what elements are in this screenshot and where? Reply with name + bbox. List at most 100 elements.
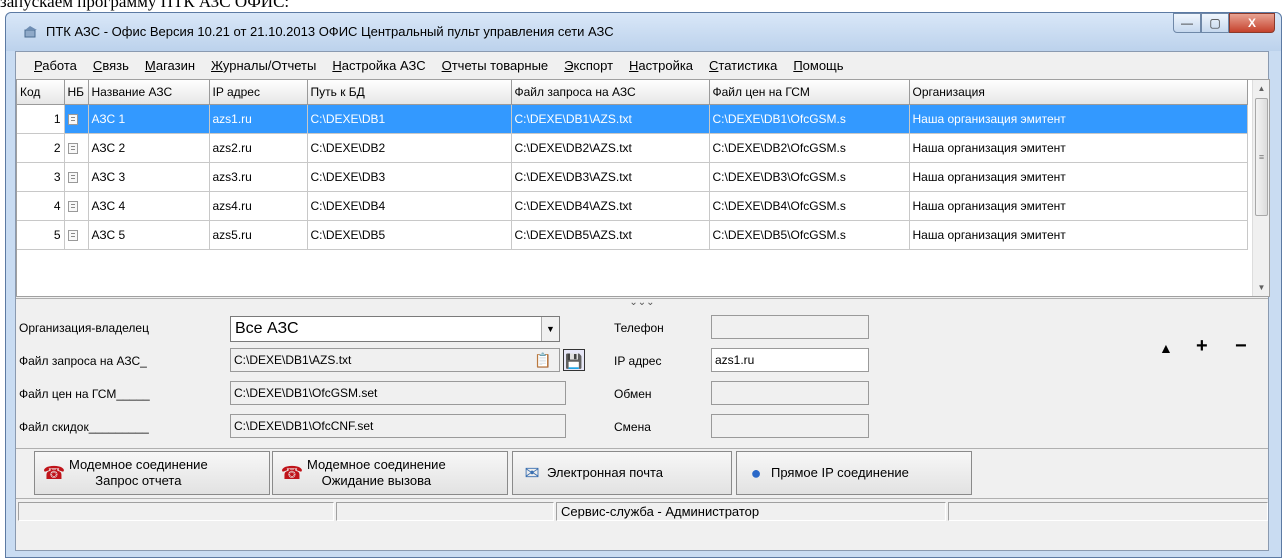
modem-wait-label: Модемное соединение Ожидание вызова (307, 457, 446, 488)
table-row[interactable]: 4 АЗС 4 azs4.ru C:\DEXE\DB4 C:\DEXE\DB4\… (17, 191, 1248, 221)
col-header-name[interactable]: Название АЗС (88, 80, 210, 105)
cell-ip: azs5.ru (209, 220, 308, 250)
menu-zhurnaly[interactable]: Журналы/Отчеты (211, 58, 316, 73)
status-service: Сервис-служба - Администратор (556, 502, 946, 521)
maximize-button[interactable]: ▢ (1201, 13, 1229, 33)
panel-splitter[interactable]: ⌄⌄⌄ (16, 298, 1268, 310)
move-up-button[interactable]: ▲ (1159, 338, 1173, 358)
col-header-nb[interactable]: НБ (64, 80, 89, 105)
owner-select[interactable]: Все АЗС ▼ (230, 316, 560, 342)
prices-file-field[interactable]: C:\DEXE\DB1\OfcGSM.set (230, 381, 566, 405)
cell-name: АЗС 1 (88, 104, 210, 134)
cell-ip: azs1.ru (209, 104, 308, 134)
table-row[interactable]: 1 АЗС 1 azs1.ru C:\DEXE\DB1 C:\DEXE\DB1\… (17, 104, 1248, 134)
nb-icon (67, 229, 78, 241)
ip-field[interactable]: azs1.ru (711, 348, 869, 372)
maximize-icon: ▢ (1209, 16, 1221, 30)
email-button[interactable]: ✉ Электронная почта (512, 451, 732, 495)
table-row[interactable]: 5 АЗС 5 azs5.ru C:\DEXE\DB5 C:\DEXE\DB5\… (17, 220, 1248, 250)
stations-table-grid: Код НБ Название АЗС IP адрес Путь к БД Ф… (17, 80, 1248, 250)
nb-icon (67, 113, 78, 125)
station-details-form: Организация-владелец Все АЗС ▼ Файл запр… (16, 310, 1268, 446)
col-header-prices-file[interactable]: Файл цен на ГСМ (709, 80, 910, 105)
scroll-down-icon[interactable]: ▼ (1253, 279, 1269, 296)
col-header-organization[interactable]: Организация (909, 80, 1248, 105)
cell-ip: azs4.ru (209, 191, 308, 221)
email-label: Электронная почта (547, 465, 664, 480)
cell-nb (64, 104, 89, 134)
cell-prices-file: C:\DEXE\DB3\OfcGSM.s (709, 162, 910, 192)
cell-nb (64, 220, 89, 250)
globe-icon: ● (750, 462, 762, 483)
close-button[interactable]: X (1229, 13, 1275, 33)
cell-organization: Наша организация эмитент (909, 162, 1248, 192)
cell-request-file: C:\DEXE\DB3\AZS.txt (511, 162, 710, 192)
cell-prices-file: C:\DEXE\DB5\OfcGSM.s (709, 220, 910, 250)
chevron-down-icon[interactable]: ▼ (541, 317, 559, 341)
cell-organization: Наша организация эмитент (909, 220, 1248, 250)
cell-code: 3 (17, 162, 65, 192)
stations-table[interactable]: Код НБ Название АЗС IP адрес Путь к БД Ф… (16, 79, 1270, 297)
window-title: ПТК АЗС - Офис Версия 10.21 от 21.10.201… (46, 24, 614, 39)
status-bar: Сервис-служба - Администратор (16, 498, 1268, 522)
save-icon[interactable]: 💾 (563, 349, 585, 371)
cell-code: 4 (17, 191, 65, 221)
table-row[interactable]: 3 АЗС 3 azs3.ru C:\DEXE\DB3 C:\DEXE\DB3\… (17, 162, 1248, 192)
scroll-thumb[interactable]: ≡ (1255, 98, 1268, 216)
minimize-button[interactable]: — (1173, 13, 1201, 33)
phone-icon: ☎ (42, 462, 66, 483)
cell-code: 2 (17, 133, 65, 163)
nb-icon (67, 200, 78, 212)
close-icon: X (1247, 16, 1256, 30)
shift-label: Смена (614, 420, 651, 434)
title-bar[interactable]: ПТК АЗС - Офис Версия 10.21 от 21.10.201… (6, 13, 1281, 51)
menu-statistika[interactable]: Статистика (709, 58, 777, 73)
cell-nb (64, 191, 89, 221)
app-window: ПТК АЗС - Офис Версия 10.21 от 21.10.201… (5, 12, 1282, 558)
scroll-up-icon[interactable]: ▲ (1253, 80, 1269, 97)
add-button[interactable]: + (1196, 336, 1208, 356)
cell-db-path: C:\DEXE\DB3 (307, 162, 512, 192)
cell-code: 5 (17, 220, 65, 250)
col-header-code[interactable]: Код (17, 80, 65, 105)
cell-request-file: C:\DEXE\DB4\AZS.txt (511, 191, 710, 221)
menu-eksport[interactable]: Экспорт (564, 58, 613, 73)
col-header-request-file[interactable]: Файл запроса на АЗС (511, 80, 710, 105)
cell-name: АЗС 4 (88, 191, 210, 221)
cell-db-path: C:\DEXE\DB2 (307, 133, 512, 163)
menu-nastroyka[interactable]: Настройка (629, 58, 693, 73)
col-header-db-path[interactable]: Путь к БД (307, 80, 512, 105)
ip-label: IP адрес (614, 354, 662, 368)
table-header-row: Код НБ Название АЗС IP адрес Путь к БД Ф… (17, 80, 1248, 105)
col-header-ip[interactable]: IP адрес (209, 80, 308, 105)
modem-request-button[interactable]: ☎ Модемное соединение Запрос отчета (34, 451, 270, 495)
cell-organization: Наша организация эмитент (909, 104, 1248, 134)
discount-file-field[interactable]: C:\DEXE\DB1\OfcCNF.set (230, 414, 566, 438)
cell-nb (64, 133, 89, 163)
cell-request-file: C:\DEXE\DB5\AZS.txt (511, 220, 710, 250)
shift-field[interactable] (711, 414, 869, 438)
menu-otchety-tovarnye[interactable]: Отчеты товарные (442, 58, 549, 73)
phone-label: Телефон (614, 321, 664, 335)
connection-buttons: ☎ Модемное соединение Запрос отчета ☎ Мод… (16, 448, 1268, 498)
menu-pomosch[interactable]: Помощь (793, 58, 843, 73)
discount-file-label: Файл скидок_________ (19, 420, 149, 434)
modem-wait-button[interactable]: ☎ Модемное соединение Ожидание вызова (272, 451, 508, 495)
table-row[interactable]: 2 АЗС 2 azs2.ru C:\DEXE\DB2 C:\DEXE\DB2\… (17, 133, 1248, 163)
menu-svyaz[interactable]: Связь (93, 58, 129, 73)
request-file-field[interactable]: C:\DEXE\DB1\AZS.txt (230, 348, 560, 372)
menu-rabota[interactable]: Работа (34, 58, 77, 73)
cell-request-file: C:\DEXE\DB2\AZS.txt (511, 133, 710, 163)
cell-nb (64, 162, 89, 192)
menu-magazin[interactable]: Магазин (145, 58, 195, 73)
status-cell-1 (18, 502, 334, 521)
exchange-field[interactable] (711, 381, 869, 405)
cell-ip: azs2.ru (209, 133, 308, 163)
direct-ip-button[interactable]: ● Прямое IP соединение (736, 451, 972, 495)
remove-button[interactable]: − (1235, 336, 1247, 356)
open-file-icon[interactable]: 📋 (532, 349, 554, 371)
phone-field[interactable] (711, 315, 869, 339)
table-scrollbar[interactable]: ▲ ≡ ▼ (1252, 80, 1269, 296)
menu-nastroyka-azs[interactable]: Настройка АЗС (332, 58, 425, 73)
nb-icon (67, 142, 78, 154)
